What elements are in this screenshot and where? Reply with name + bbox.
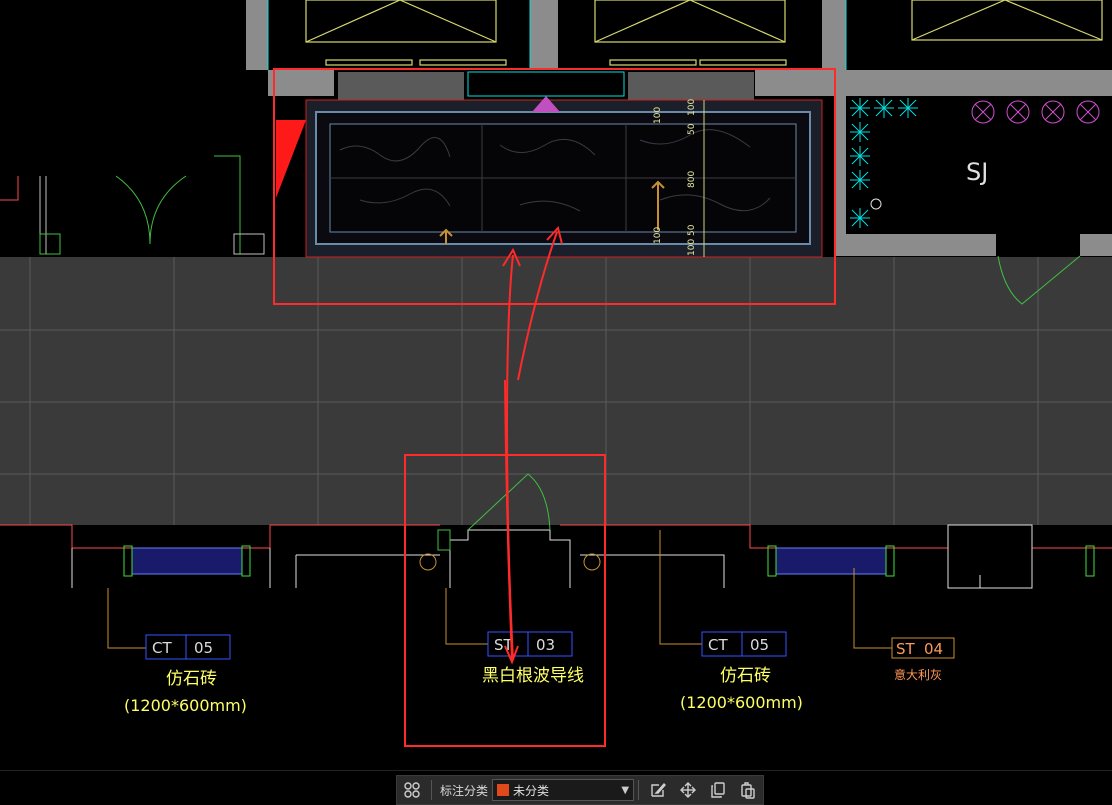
material-tag-st03[interactable]: ST 03 黑白根波导线 xyxy=(482,631,584,686)
category-value: 未分类 xyxy=(513,783,550,798)
category-select[interactable]: 未分类 ▼ xyxy=(492,779,635,801)
toolbar-separator xyxy=(431,780,432,800)
tag-num: 05 xyxy=(750,636,769,654)
material-tag-st04[interactable]: ST 04 意大利灰 xyxy=(891,637,955,682)
dim-label: 100 xyxy=(687,99,697,116)
dim-label: 100 xyxy=(653,107,663,124)
elevator-boxes xyxy=(305,0,1103,66)
chevron-down-icon: ▼ xyxy=(621,784,630,796)
grid-icon[interactable] xyxy=(397,776,427,804)
annotation-toolbar: 标注分类 未分类 ▼ xyxy=(0,770,1112,805)
category-swatch xyxy=(497,784,510,796)
copy-icon[interactable] xyxy=(703,776,733,804)
tag-name: 仿石砖 xyxy=(166,669,217,689)
tag-num: 04 xyxy=(924,640,943,658)
edit-icon[interactable] xyxy=(643,776,673,804)
tag-spec: (1200*600mm) xyxy=(124,696,247,715)
dim-label: 800 xyxy=(687,171,697,188)
cad-canvas[interactable]: 100 50 800 50 100 100 100 SJ CT 05 仿石砖 (… xyxy=(0,0,1112,770)
tag-code: CT xyxy=(152,639,172,657)
dim-label: 50 xyxy=(687,224,697,236)
dim-label: 100 xyxy=(687,239,697,256)
toolbar-group: 标注分类 未分类 ▼ xyxy=(396,775,765,805)
material-tag-ct05-left[interactable]: CT 05 仿石砖 (1200*600mm) xyxy=(124,634,247,715)
tag-num: 03 xyxy=(536,636,555,654)
corridor-floor xyxy=(0,257,1112,525)
category-label: 标注分类 xyxy=(440,783,489,798)
tag-name: 仿石砖 xyxy=(720,666,771,686)
left-door-lines xyxy=(0,155,265,255)
tag-name: 黑白根波导线 xyxy=(482,666,584,686)
paste-icon[interactable] xyxy=(733,776,763,804)
tag-code: CT xyxy=(708,636,728,654)
tag-name: 意大利灰 xyxy=(894,667,942,682)
toolbar-separator xyxy=(638,780,640,800)
tag-code: ST xyxy=(896,640,916,658)
tag-spec: (1200*600mm) xyxy=(680,693,803,712)
room-label-sj: SJ xyxy=(966,158,988,186)
move-icon[interactable] xyxy=(673,776,703,804)
marble-panel xyxy=(305,96,823,258)
red-marker xyxy=(276,120,306,198)
dim-label: 100 xyxy=(653,227,663,244)
tag-num: 05 xyxy=(194,639,213,657)
dim-label: 50 xyxy=(687,123,697,135)
